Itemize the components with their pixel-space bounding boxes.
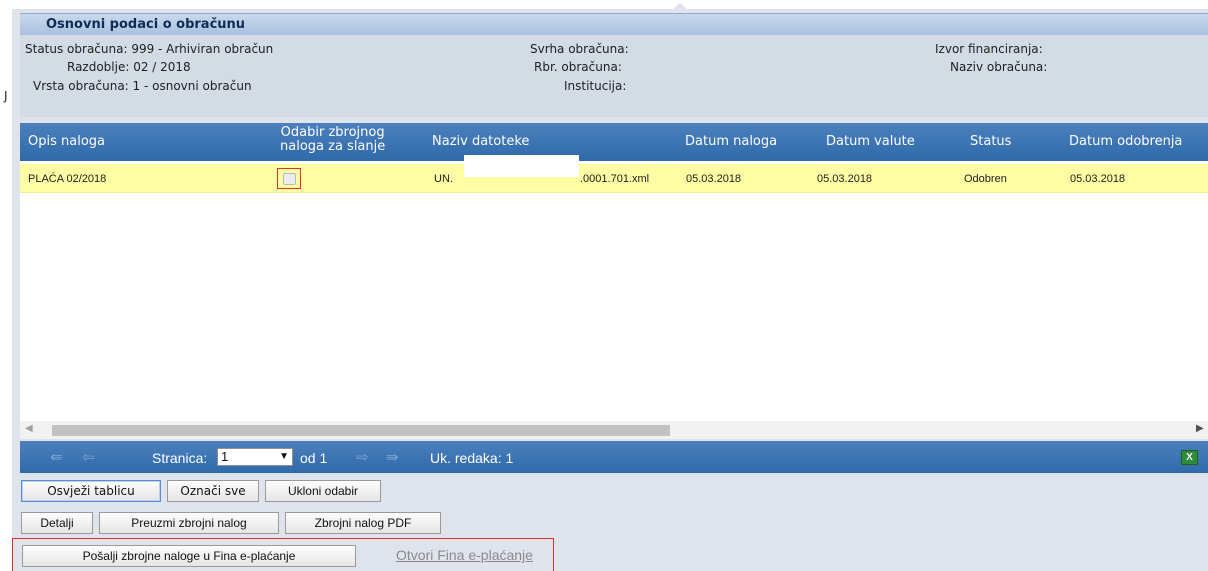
cell-datum-naloga: 05.03.2018 bbox=[686, 173, 742, 185]
vrsta-obracuna: Vrsta obračuna: 1 - osnovni obračun bbox=[33, 79, 252, 93]
cell-naziv-suffix: .0001.701.xml bbox=[580, 173, 650, 185]
page-of-label: od 1 bbox=[300, 450, 328, 466]
svrha-obracuna: Svrha obračuna: bbox=[530, 42, 629, 56]
info-panel: Status obračuna: 999 - Arhiviran obračun… bbox=[20, 35, 1208, 117]
izvor-financiranja: Izvor financiranja: bbox=[935, 42, 1043, 56]
checkbox-highlight bbox=[277, 168, 301, 189]
details-button[interactable]: Detalji bbox=[21, 512, 93, 534]
send-to-fina-button[interactable]: Pošalji zbrojne naloge u Fina e-plaćanje bbox=[22, 545, 356, 567]
col-odabir[interactable]: Odabir zbrojnog naloga za slanje bbox=[280, 126, 385, 154]
scroll-thumb[interactable] bbox=[52, 425, 670, 436]
deselect-button[interactable]: Ukloni odabir bbox=[265, 480, 381, 502]
cell-opis: PLAĆA 02/2018 bbox=[28, 173, 107, 185]
section-title: Osnovni podaci o obračunu bbox=[46, 17, 246, 32]
cell-datum-odobrenja: 05.03.2018 bbox=[1070, 173, 1126, 185]
excel-export-icon[interactable]: X bbox=[1181, 450, 1198, 465]
pager: ⇚ ⇦ Stranica: 1 ▼ od 1 ⇨ ⇛ Uk. redaka: 1… bbox=[20, 441, 1208, 473]
institucija: Institucija: bbox=[564, 79, 627, 93]
download-summary-button[interactable]: Preuzmi zbrojni nalog bbox=[99, 512, 279, 534]
scroll-left-icon[interactable]: ◀ bbox=[25, 423, 33, 434]
chevron-down-icon: ▼ bbox=[279, 451, 289, 462]
cell-datum-valute: 05.03.2018 bbox=[817, 173, 873, 185]
col-naziv-datoteke[interactable]: Naziv datoteke bbox=[432, 135, 529, 149]
rbr-obracuna: Rbr. obračuna: bbox=[534, 60, 622, 74]
select-all-button[interactable]: Označi sve bbox=[167, 480, 259, 502]
col-datum-odobrenja[interactable]: Datum odobrenja bbox=[1069, 135, 1182, 149]
prev-page-icon[interactable]: ⇦ bbox=[82, 448, 95, 466]
col-datum-valute[interactable]: Datum valute bbox=[826, 135, 915, 149]
select-checkbox[interactable] bbox=[283, 173, 296, 185]
page-label: Stranica: bbox=[152, 450, 208, 466]
summary-pdf-button[interactable]: Zbrojni nalog PDF bbox=[285, 512, 441, 534]
scroll-right-icon[interactable]: ▶ bbox=[1196, 423, 1204, 434]
horizontal-scrollbar[interactable]: ◀ ▶ bbox=[20, 421, 1208, 439]
page-select-value: 1 bbox=[221, 449, 229, 464]
next-page-icon[interactable]: ⇨ bbox=[356, 448, 369, 466]
first-page-icon[interactable]: ⇚ bbox=[50, 448, 63, 466]
open-fina-link[interactable]: Otvori Fina e-plaćanje bbox=[396, 547, 533, 563]
page-select[interactable]: 1 ▼ bbox=[217, 448, 293, 466]
status-obracuna: Status obračuna: 999 - Arhiviran obračun bbox=[25, 42, 274, 56]
col-odabir-line2: naloga za slanje bbox=[280, 139, 386, 154]
left-edge-marker: J bbox=[4, 89, 8, 103]
send-highlight-frame: Pošalji zbrojne naloge u Fina e-plaćanje… bbox=[12, 538, 554, 571]
section-header: Osnovni podaci o obračunu bbox=[20, 13, 1208, 35]
obracun-panel: Osnovni podaci o obračunu Status obračun… bbox=[12, 9, 1208, 571]
grid-body: PLAĆA 02/2018 UN. .0001.701.xml 05.03.20… bbox=[20, 161, 1208, 421]
last-page-icon[interactable]: ⇛ bbox=[386, 448, 399, 466]
redacted-area bbox=[464, 155, 579, 177]
col-status[interactable]: Status bbox=[970, 135, 1011, 149]
col-odabir-line1: Odabir zbrojnog bbox=[280, 125, 385, 140]
cell-naziv-prefix: UN. bbox=[434, 173, 453, 185]
naziv-obracuna: Naziv obračuna: bbox=[950, 60, 1048, 74]
grid-header: Opis naloga Odabir zbrojnog naloga za sl… bbox=[20, 123, 1208, 161]
cell-status: Odobren bbox=[964, 173, 1007, 185]
row-count: Uk. redaka: 1 bbox=[430, 450, 514, 466]
table-row[interactable]: PLAĆA 02/2018 UN. .0001.701.xml 05.03.20… bbox=[20, 164, 1208, 193]
refresh-table-button[interactable]: Osvježi tablicu bbox=[21, 480, 161, 502]
col-datum-naloga[interactable]: Datum naloga bbox=[685, 135, 777, 149]
col-opis-naloga[interactable]: Opis naloga bbox=[28, 135, 105, 149]
razdoblje: Razdoblje: 02 / 2018 bbox=[67, 60, 191, 74]
